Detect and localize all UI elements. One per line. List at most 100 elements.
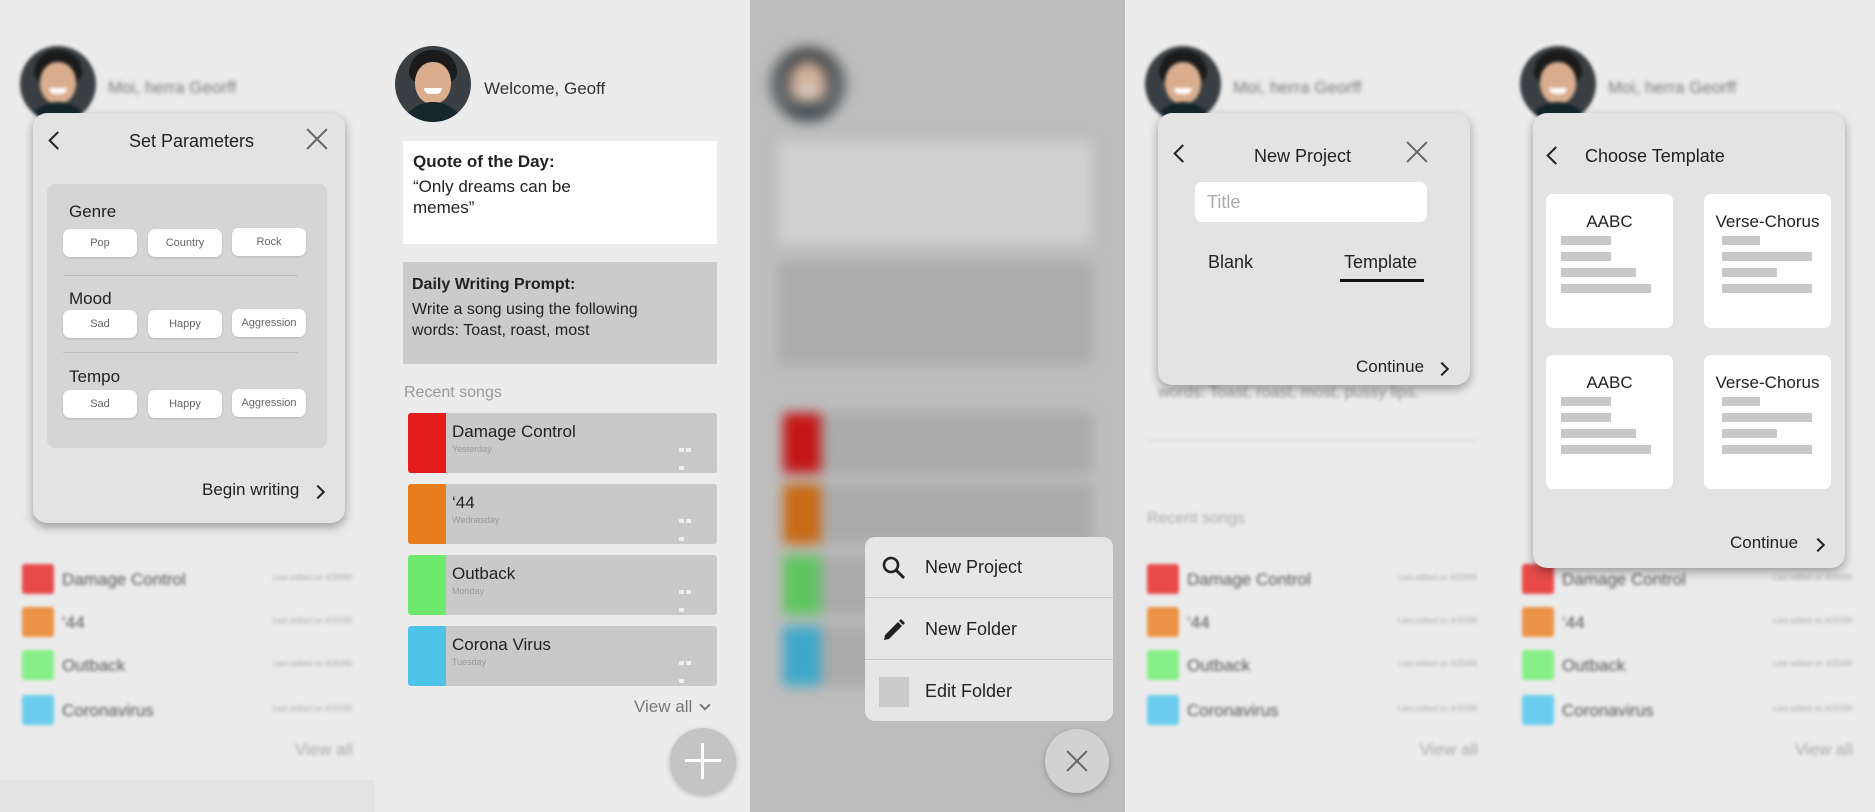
mood-option-sad[interactable]: Sad: [63, 310, 137, 338]
view-all-link: View all: [1794, 740, 1853, 759]
template-name: Verse-Chorus: [1715, 212, 1820, 231]
list-item: Damage Control Last edited on 4/20/69: [1522, 564, 1852, 594]
menu-item-label: New Project: [925, 557, 1023, 577]
view-all-link[interactable]: View all: [634, 697, 711, 717]
folder-icon: [879, 677, 909, 707]
divider: [63, 275, 298, 276]
begin-writing-button[interactable]: Begin writing: [202, 480, 299, 500]
close-icon[interactable]: [305, 127, 329, 151]
chevron-right-icon: [313, 483, 329, 499]
new-project-modal: New Project Blank Template Continue: [1158, 113, 1470, 385]
prompt-text-line1: Write a song using the following: [412, 301, 638, 318]
tab-template[interactable]: Template: [1344, 252, 1417, 273]
quote-text-line2: memes”: [413, 198, 475, 217]
chevron-right-icon: [1437, 360, 1453, 376]
recent-songs-label: Recent songs: [1147, 510, 1245, 527]
prompt-title: Daily Writing Prompt:: [412, 276, 576, 293]
tempo-option-sad[interactable]: Sad: [63, 390, 137, 418]
back-chevron-icon[interactable]: [1172, 145, 1188, 161]
tab-blank[interactable]: Blank: [1208, 252, 1253, 273]
quote-card: Quote of the Day: “Only dreams can be me…: [403, 141, 717, 244]
genre-option-rock[interactable]: Rock: [232, 228, 306, 256]
drag-handle-icon[interactable]: [679, 581, 699, 612]
modal-title: Choose Template: [1585, 146, 1725, 166]
continue-label: Continue: [1356, 357, 1425, 376]
menu-item-new-folder[interactable]: New Folder: [865, 599, 1113, 660]
template-card[interactable]: Verse-Chorus: [1704, 355, 1831, 489]
list-item: Damage Control Last edited on 4/20/69: [1147, 564, 1477, 594]
modal-title: New Project: [1254, 146, 1352, 166]
search-icon: [881, 555, 907, 581]
recent-songs-label: Recent songs: [404, 384, 502, 401]
divider: [63, 352, 298, 353]
continue-label: Continue: [1730, 533, 1799, 552]
template-name: Verse-Chorus: [1715, 373, 1820, 392]
song-item[interactable]: Damage Control Yesterday: [408, 413, 717, 473]
active-tab-indicator: [1340, 279, 1424, 282]
close-icon: [1065, 749, 1089, 773]
continue-button[interactable]: Continue: [1356, 357, 1424, 377]
song-date: Wednesday: [452, 515, 500, 525]
choose-template-modal: Choose Template AABC Verse-Chorus AABC V…: [1533, 113, 1845, 568]
list-item: Outback Last edited on 4/20/69: [1147, 650, 1477, 680]
view-all-link: View all: [1419, 740, 1478, 759]
list-item: Coronavirus Last edited on 4/20/69: [1147, 695, 1477, 725]
writing-prompt-card: Daily Writing Prompt: Write a song using…: [403, 262, 717, 364]
tempo-option-happy[interactable]: Happy: [148, 390, 222, 418]
greeting: Moi, herra Georff: [1233, 78, 1362, 97]
song-title: ‘44: [452, 493, 475, 512]
back-chevron-icon[interactable]: [1545, 147, 1561, 163]
genre-option-country[interactable]: Country: [148, 229, 222, 257]
list-item: ‘44 Last edited on 4/20/69: [1522, 607, 1852, 637]
tempo-option-aggression[interactable]: Aggression: [232, 389, 306, 417]
close-menu-button[interactable]: [1045, 729, 1109, 793]
menu-item-label: Edit Folder: [925, 681, 1013, 701]
greeting: Welcome, Geoff: [484, 79, 606, 98]
song-title: Corona Virus: [452, 635, 551, 654]
drag-handle-icon[interactable]: [679, 510, 699, 541]
behind-prompt-text: words: Toast, roast, most, pussy lips.: [1158, 384, 1420, 401]
avatar: [395, 46, 471, 122]
song-date: Monday: [452, 586, 485, 596]
song-color-swatch: [408, 484, 446, 544]
mood-label: Mood: [69, 289, 112, 308]
back-chevron-icon[interactable]: [47, 132, 63, 148]
template-card[interactable]: AABC: [1546, 355, 1673, 489]
close-icon[interactable]: [1405, 140, 1429, 164]
view-all-label: View all: [634, 697, 693, 716]
greeting: Moi, herra Georff: [1608, 78, 1737, 97]
list-item: Outback Last edited on 4/20/69: [1522, 650, 1852, 680]
song-item[interactable]: Outback Monday: [408, 555, 717, 615]
pencil-icon: [881, 617, 907, 643]
template-card[interactable]: Verse-Chorus: [1704, 194, 1831, 328]
list-item: ‘44 Last edited on 4/20/69: [22, 607, 352, 637]
screen-new-project: Moi, herra Georff words: Toast, roast, m…: [1125, 0, 1500, 812]
bottom-bar: [0, 780, 375, 812]
menu-item-new-project[interactable]: New Project: [865, 537, 1113, 598]
menu-item-edit-folder[interactable]: Edit Folder: [865, 661, 1113, 721]
mood-option-aggression[interactable]: Aggression: [232, 309, 306, 337]
song-item[interactable]: ‘44 Wednesday: [408, 484, 717, 544]
begin-writing-label: Begin writing: [202, 480, 300, 499]
drag-handle-icon[interactable]: [679, 652, 699, 683]
mood-option-happy[interactable]: Happy: [148, 310, 222, 338]
title-input[interactable]: [1195, 182, 1427, 222]
quote-text-line1: “Only dreams can be: [413, 177, 571, 196]
song-date: Tuesday: [452, 657, 487, 667]
prompt-text-line2: words: Toast, roast, most: [412, 322, 590, 339]
template-name: AABC: [1586, 373, 1633, 392]
song-title: Outback: [452, 564, 516, 583]
add-menu: New Project New Folder Edit Folder: [865, 537, 1113, 721]
modal-title: Set Parameters: [129, 131, 255, 151]
add-button[interactable]: [670, 728, 736, 794]
list-item: Coronavirus Last edited on 4/20/69: [22, 695, 352, 725]
view-all-link: View all: [294, 740, 353, 759]
genre-option-pop[interactable]: Pop: [63, 229, 137, 257]
song-color-swatch: [408, 413, 446, 473]
drag-handle-icon[interactable]: [679, 439, 699, 470]
song-item[interactable]: Corona Virus Tuesday: [408, 626, 717, 686]
chevron-right-icon: [1813, 536, 1829, 552]
template-card[interactable]: AABC: [1546, 194, 1673, 328]
template-name: AABC: [1586, 212, 1633, 231]
continue-button[interactable]: Continue: [1730, 533, 1798, 553]
